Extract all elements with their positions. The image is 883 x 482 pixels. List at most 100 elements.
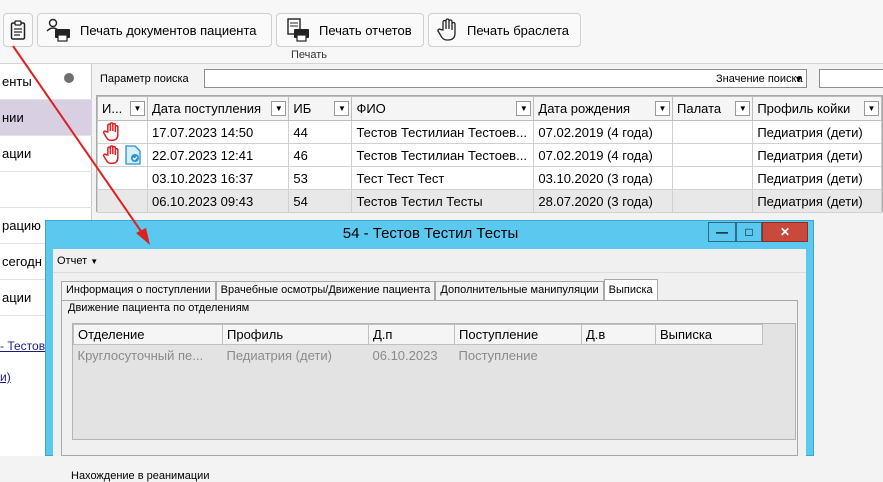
- icon-cell: [97, 189, 148, 213]
- icon-cell: [97, 143, 148, 167]
- cell-discharge: [656, 345, 763, 367]
- print-bracelet-button[interactable]: Печать браслета: [428, 13, 581, 47]
- cell-fio: Тестов Тестилиан Тестоев...: [351, 143, 535, 167]
- column-header[interactable]: И... ▼: [97, 96, 148, 121]
- cell-birth: 07.02.2019 (4 года): [533, 120, 673, 144]
- sidebar-item-label: ации: [2, 146, 32, 161]
- cell-dv: [582, 345, 656, 367]
- column-header[interactable]: ФИО ▼: [351, 96, 535, 121]
- column-header-label: И...: [102, 101, 123, 116]
- hand-icon: [437, 18, 456, 41]
- table-row[interactable]: 22.07.2023 12:41 46 Тестов Тестилиан Тес…: [97, 143, 882, 167]
- modal-tabs: Информация о поступлении Врачебные осмот…: [61, 279, 658, 300]
- tab-admission-info[interactable]: Информация о поступлении: [61, 281, 216, 300]
- sidebar-item-operations[interactable]: ации: [0, 136, 92, 172]
- cell-dp: 06.10.2023: [372, 348, 438, 364]
- column-header-label: Палата: [677, 101, 722, 116]
- cell-profile: Педиатрия (дети): [226, 348, 332, 364]
- column-header[interactable]: Поступление: [454, 324, 582, 345]
- cell-birth: 28.07.2020 (3 года): [533, 189, 673, 213]
- print-patient-docs-label: Печать документов пациента: [80, 22, 257, 38]
- table-row[interactable]: 17.07.2023 14:50 44 Тестов Тестилиан Тес…: [97, 120, 882, 144]
- department-movement-grid: Отделение Профиль Д.п Поступление Д.в Вы…: [72, 323, 796, 440]
- filter-dropdown-icon[interactable]: ▼: [334, 101, 350, 116]
- cell-ward: [671, 120, 754, 144]
- modal-title: 54 - Тестов Тестил Тесты: [342, 225, 519, 242]
- column-header[interactable]: Д.в: [581, 324, 656, 345]
- printer-document-icon: [287, 18, 309, 42]
- sidebar-link-extra[interactable]: и): [0, 370, 11, 384]
- filter-dropdown-icon[interactable]: ▼: [655, 101, 670, 116]
- modal-body: Отчет ▼ Информация о поступлении Врачебн…: [53, 249, 806, 482]
- column-header-label: ФИО: [356, 101, 386, 116]
- filter-dropdown-icon[interactable]: ▼: [129, 101, 145, 116]
- cell-ward: [671, 166, 754, 190]
- filter-dropdown-icon[interactable]: ▼: [864, 101, 879, 116]
- document-icon: [125, 145, 141, 165]
- column-header[interactable]: Отделение: [73, 324, 223, 345]
- maximize-button[interactable]: □: [736, 222, 762, 242]
- cell-ib: 54: [288, 189, 353, 213]
- sidebar-item-admissions[interactable]: нии: [0, 100, 92, 136]
- filter-dropdown-icon[interactable]: ▼: [271, 101, 287, 116]
- sidebar-item-label: енты: [2, 74, 32, 89]
- clipboard-button[interactable]: [3, 13, 33, 47]
- menubar: Отчет ▼: [53, 249, 806, 273]
- cell-ward: [671, 143, 754, 167]
- column-header-label: ИБ: [293, 101, 312, 116]
- cell-ib: 53: [288, 166, 353, 190]
- close-button[interactable]: ✕: [762, 222, 808, 242]
- column-header[interactable]: Профиль койки ▼: [752, 96, 882, 121]
- ribbon-group-print-label: Печать: [291, 49, 328, 61]
- column-header-label: Профиль койки: [757, 101, 851, 116]
- print-bracelet-label: Печать браслета: [467, 22, 570, 38]
- cell-ib: 44: [288, 120, 353, 144]
- filter-dropdown-icon[interactable]: ▼: [516, 101, 532, 116]
- column-header[interactable]: ИБ ▼: [288, 96, 353, 121]
- table-row[interactable]: 06.10.2023 09:43 54 Тестов Тестил Тесты …: [97, 189, 882, 213]
- search-value-input[interactable]: [819, 69, 883, 88]
- sidebar-item-blank[interactable]: [0, 172, 92, 208]
- status-dot-icon: [64, 73, 74, 83]
- print-reports-button[interactable]: Печать отчетов: [276, 13, 424, 47]
- group-label: Движение пациента по отделениям: [68, 302, 250, 314]
- table-row[interactable]: Круглосуточный пе... Педиатрия (дети) 06…: [74, 345, 763, 367]
- menu-report-label: Отчет: [57, 254, 88, 267]
- table-row[interactable]: 03.10.2023 16:37 53 Тест Тест Тест 03.10…: [97, 166, 882, 190]
- cell-profile: Педиатрия (дети): [752, 189, 882, 213]
- column-header[interactable]: Выписка: [655, 324, 763, 345]
- cell-profile: Педиатрия (дети): [752, 143, 882, 167]
- icon-cell: [97, 166, 148, 190]
- patient-modal-window: 54 - Тестов Тестил Тесты — □ ✕ Отчет ▼ И…: [45, 220, 814, 482]
- cell-department: Круглосуточный пе...: [77, 348, 204, 364]
- bracelet-hand-icon: [102, 145, 119, 165]
- printer-person-icon: [46, 18, 70, 42]
- menu-report[interactable]: Отчет ▼: [57, 255, 98, 267]
- print-patient-docs-button[interactable]: Печать документов пациента: [37, 13, 272, 47]
- cell-ward: [671, 189, 754, 213]
- column-header[interactable]: Профиль: [222, 324, 369, 345]
- column-header[interactable]: Д.п: [368, 324, 455, 345]
- tab-panel: Движение пациента по отделениям Отделени…: [61, 300, 798, 456]
- filter-dropdown-icon[interactable]: ▼: [735, 101, 751, 116]
- patients-grid: И... ▼ Дата поступления ▼ ИБ ▼ ФИО ▼ Дата ро…: [96, 95, 883, 213]
- cell-birth: 07.02.2019 (4 года): [533, 143, 673, 167]
- column-header-label: Дата рождения: [538, 101, 631, 116]
- chevron-down-icon: ▼: [90, 256, 99, 266]
- cell-fio: Тестов Тестил Тесты: [351, 189, 535, 213]
- tab-extra-manipulations[interactable]: Дополнительные манипуляции: [435, 281, 604, 300]
- minimize-button[interactable]: —: [708, 222, 736, 242]
- search-bar: Параметр поиска ▼ Значение поиска: [96, 66, 883, 92]
- column-header[interactable]: Дата поступления ▼: [146, 96, 290, 121]
- cell-ib: 46: [288, 143, 353, 167]
- tab-examinations[interactable]: Врачебные осмотры/Движение пациента: [215, 281, 436, 300]
- cell-profile: Педиатрия (дети): [752, 120, 882, 144]
- cell-admission-date: 03.10.2023 16:37: [146, 166, 290, 190]
- tab-discharge[interactable]: Выписка: [603, 279, 658, 300]
- column-header[interactable]: Палата ▼: [671, 96, 754, 121]
- sidebar-item-patients[interactable]: енты: [0, 64, 92, 100]
- sidebar-item-label: сегодн: [2, 254, 42, 269]
- sidebar-link-patient[interactable]: - Тестов: [0, 339, 45, 353]
- cell-admission-date: 06.10.2023 09:43: [146, 189, 290, 213]
- column-header[interactable]: Дата рождения ▼: [533, 96, 673, 121]
